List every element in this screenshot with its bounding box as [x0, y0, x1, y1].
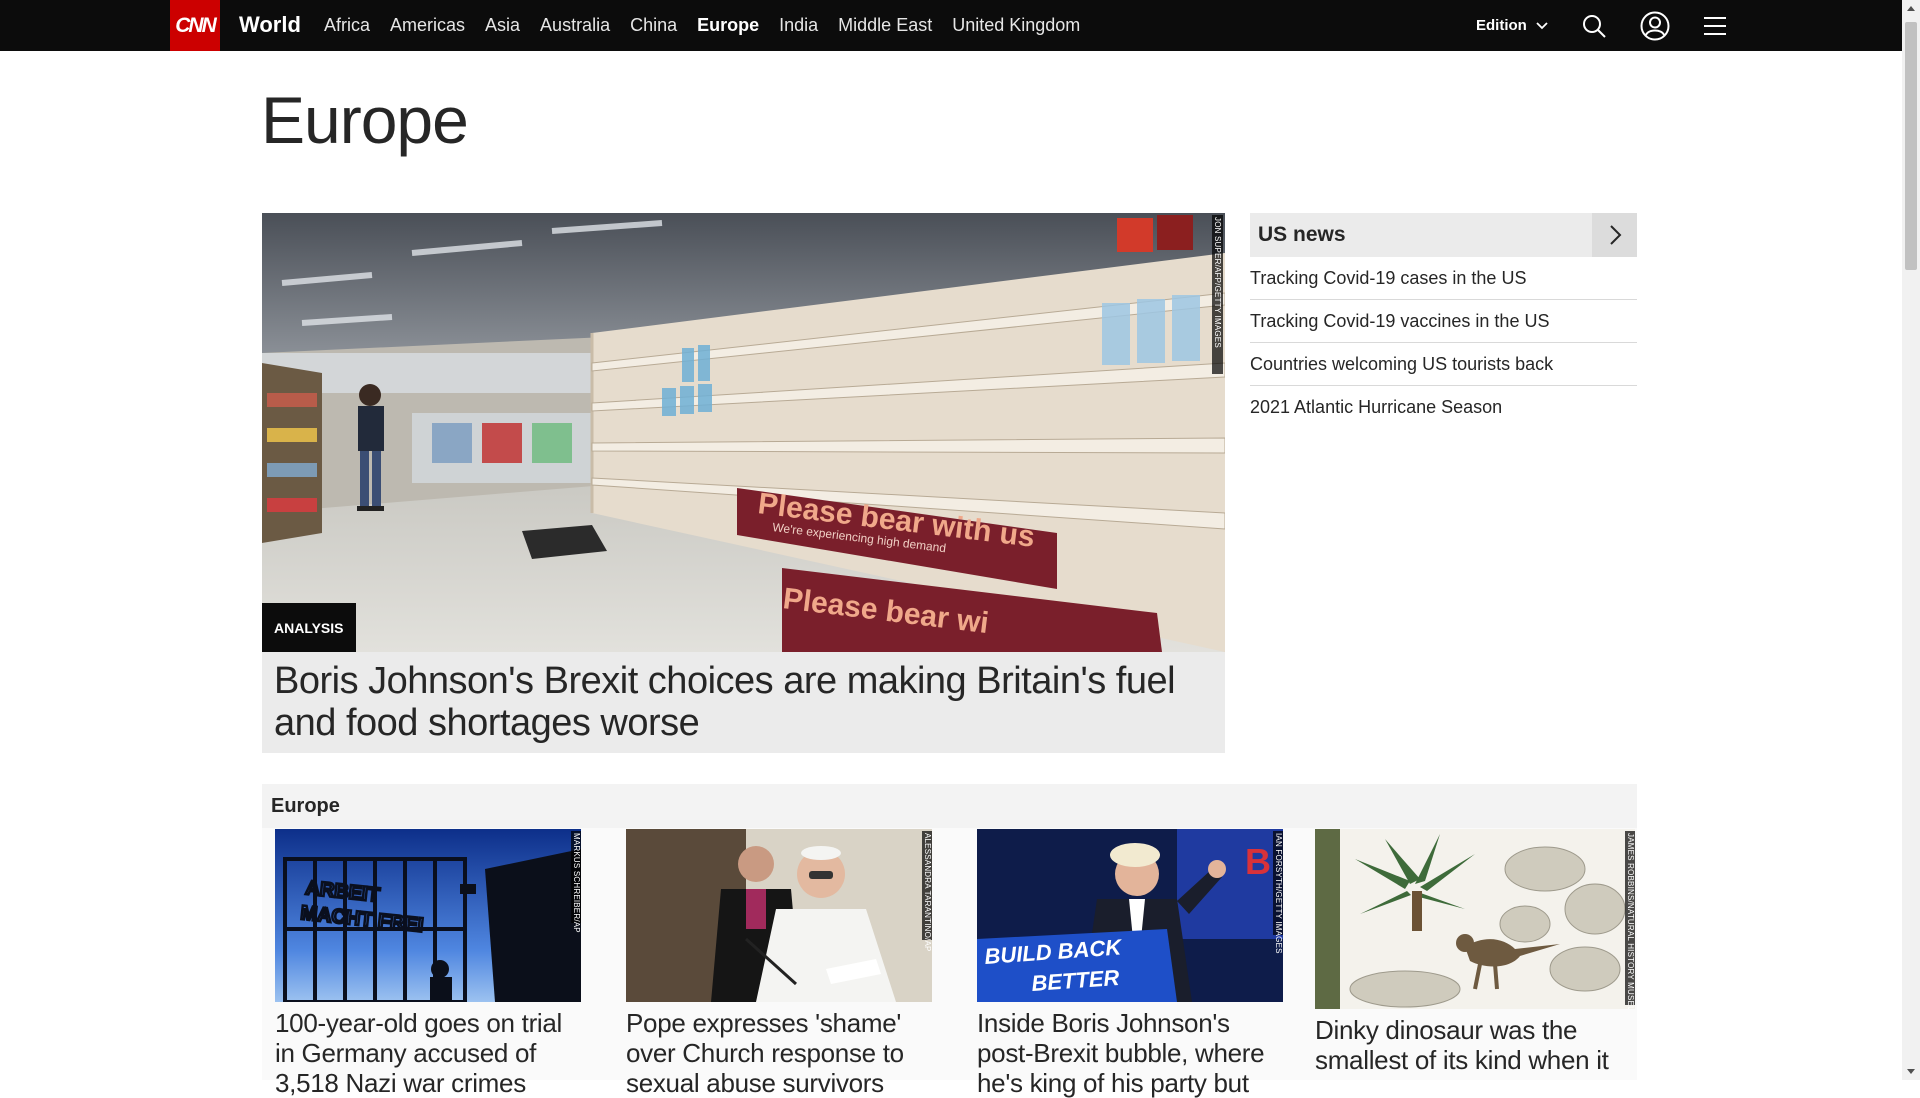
card-headline[interactable]: Dinky dinosaur was the smallest of its k…	[1315, 1015, 1635, 1075]
nav-link-middle-east[interactable]: Middle East	[838, 15, 932, 36]
scrollbar-thumb[interactable]	[1905, 22, 1917, 270]
hero-image[interactable]: Please bear with us We're experiencing h…	[262, 213, 1225, 652]
us-news-panel: US news Tracking Covid-19 cases in the U…	[1250, 213, 1637, 428]
nav-link-asia[interactable]: Asia	[485, 15, 520, 36]
hero-story[interactable]: Please bear with us We're experiencing h…	[262, 213, 1225, 753]
story-card[interactable]: ARBEIT MACHT FREI MARKUS SCHREIBER/AP 10…	[275, 829, 581, 1098]
svg-text:B: B	[1245, 841, 1271, 882]
story-card[interactable]: JAMES ROBBINS/NATURAL HISTORY MUSEUM Din…	[1315, 829, 1635, 1080]
card-headline[interactable]: Pope expresses 'shame' over Church respo…	[626, 1008, 932, 1098]
card-image[interactable]: JAMES ROBBINS/NATURAL HISTORY MUSEUM	[1315, 829, 1635, 1009]
dinosaur-illustration	[1315, 829, 1635, 1009]
card-photo-credit: ALESSANDRA TARANTINO/AP	[922, 831, 932, 952]
analysis-badge: ANALYSIS	[262, 603, 356, 652]
us-news-link-tourists[interactable]: Countries welcoming US tourists back	[1250, 343, 1637, 386]
account-icon[interactable]	[1640, 11, 1670, 41]
concentration-camp-gate-photo: ARBEIT MACHT FREI	[275, 829, 581, 1002]
nav-link-china[interactable]: China	[630, 15, 677, 36]
chevron-right-icon[interactable]	[1592, 213, 1637, 257]
card-photo-credit: MARKUS SCHREIBER/AP	[571, 831, 581, 933]
story-card[interactable]: B BUILD BACK BETTER IAN FORSYTH/GETTY IM…	[977, 829, 1283, 1098]
nav-link-africa[interactable]: Africa	[324, 15, 370, 36]
nav-link-united-kingdom[interactable]: United Kingdom	[952, 15, 1080, 36]
hero-caption: Boris Johnson's Brexit choices are makin…	[262, 652, 1225, 753]
edition-dropdown[interactable]: Edition	[1476, 0, 1549, 51]
us-news-title[interactable]: US news	[1258, 213, 1346, 257]
cnn-logo[interactable]: CNN	[170, 0, 220, 51]
chevron-down-icon	[1536, 21, 1548, 29]
us-news-link-hurricane[interactable]: 2021 Atlantic Hurricane Season	[1250, 386, 1637, 428]
europe-zone-title[interactable]: Europe	[271, 784, 340, 828]
nav-link-europe[interactable]: Europe	[697, 15, 759, 36]
pope-francis-photo	[626, 829, 932, 1002]
nav-link-americas[interactable]: Americas	[390, 15, 465, 36]
page-scrollbar[interactable]	[1902, 0, 1920, 1080]
nav-link-india[interactable]: India	[779, 15, 818, 36]
europe-zone-header: Europe	[262, 784, 1637, 828]
us-news-link-covid-vaccines[interactable]: Tracking Covid-19 vaccines in the US	[1250, 300, 1637, 343]
card-image[interactable]: B BUILD BACK BETTER IAN FORSYTH/GETTY IM…	[977, 829, 1283, 1002]
us-news-link-covid-cases[interactable]: Tracking Covid-19 cases in the US	[1250, 257, 1637, 300]
boris-johnson-podium-photo: B BUILD BACK BETTER	[977, 829, 1283, 1002]
section-name-world[interactable]: World	[239, 0, 301, 51]
card-headline[interactable]: 100-year-old goes on trial in Germany ac…	[275, 1008, 581, 1098]
card-headline[interactable]: Inside Boris Johnson's post-Brexit bubbl…	[977, 1008, 1283, 1098]
scroll-down-arrow-icon[interactable]	[1907, 1069, 1915, 1074]
page-title: Europe	[261, 83, 469, 157]
search-icon[interactable]	[1580, 12, 1608, 40]
scroll-up-arrow-icon[interactable]	[1907, 6, 1915, 11]
card-image[interactable]: ALESSANDRA TARANTINO/AP	[626, 829, 932, 1002]
supermarket-empty-shelves-photo: Please bear with us We're experiencing h…	[262, 213, 1225, 652]
us-news-header[interactable]: US news	[1250, 213, 1637, 257]
menu-icon[interactable]	[1701, 12, 1729, 40]
top-navigation: CNN World Africa Americas Asia Australia…	[0, 0, 1902, 51]
card-photo-credit: IAN FORSYTH/GETTY IMAGES	[1273, 831, 1283, 954]
edition-label: Edition	[1476, 17, 1527, 34]
nav-link-australia[interactable]: Australia	[540, 15, 610, 36]
nav-links: Africa Americas Asia Australia China Eur…	[324, 0, 1100, 51]
card-photo-credit: JAMES ROBBINS/NATURAL HISTORY MUSEUM	[1625, 831, 1635, 1009]
hero-headline[interactable]: Boris Johnson's Brexit choices are makin…	[274, 660, 1219, 744]
card-image[interactable]: ARBEIT MACHT FREI MARKUS SCHREIBER/AP	[275, 829, 581, 1002]
story-card[interactable]: ALESSANDRA TARANTINO/AP Pope expresses '…	[626, 829, 932, 1098]
hero-photo-credit: JON SUPER/AFP/GETTY IMAGES	[1212, 215, 1223, 374]
